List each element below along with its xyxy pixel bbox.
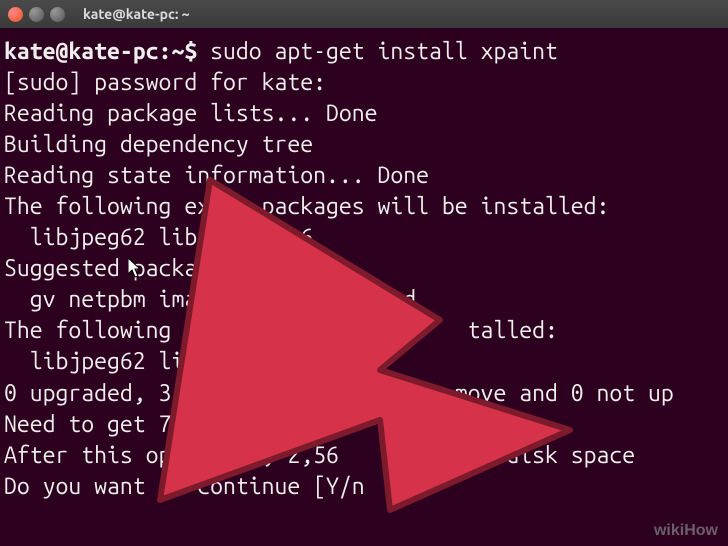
- minimize-icon[interactable]: [29, 7, 44, 22]
- prompt: kate@kate-pc:~$: [4, 39, 197, 64]
- window-title: kate@kate-pc: ~: [83, 6, 190, 22]
- terminal-line: The following extra packages will be ins…: [4, 194, 609, 219]
- command-text: sudo apt-get install xpaint: [210, 39, 558, 64]
- terminal-window: kate@kate-pc: ~ kate@kate-pc:~$ sudo apt…: [0, 0, 728, 546]
- terminal-line: Reading state information... Done: [4, 163, 429, 188]
- terminal-line: Building dependency tree: [4, 132, 313, 157]
- titlebar: kate@kate-pc: ~: [0, 0, 728, 28]
- terminal-line: libjpeg62 libxaw3dxft: [4, 349, 300, 374]
- terminal-line: Reading package lists... Done: [4, 101, 378, 126]
- terminal-line: [sudo] password for kate:: [4, 70, 326, 95]
- terminal-line: After this operation, 2,56 nal disk spac…: [4, 443, 635, 468]
- terminal-line: Do you want to continue [Y/n: [4, 474, 365, 499]
- terminal-line: libjpeg62 libxaw3dxft6: [4, 225, 313, 250]
- terminal-line: Suggested packages:: [4, 256, 249, 281]
- close-icon[interactable]: [8, 7, 23, 22]
- terminal-line: Need to get 752 kB of arc: [4, 412, 326, 437]
- terminal-line: The following NEW pack talled:: [4, 318, 558, 343]
- terminal-line: gv netpbm imagemag rad: [4, 287, 416, 312]
- maximize-icon[interactable]: [50, 7, 65, 22]
- terminal-body[interactable]: kate@kate-pc:~$ sudo apt-get install xpa…: [0, 28, 728, 546]
- terminal-line: 0 upgraded, 3 newly inst move and 0 not …: [4, 381, 674, 406]
- watermark: wikiHow: [654, 522, 718, 540]
